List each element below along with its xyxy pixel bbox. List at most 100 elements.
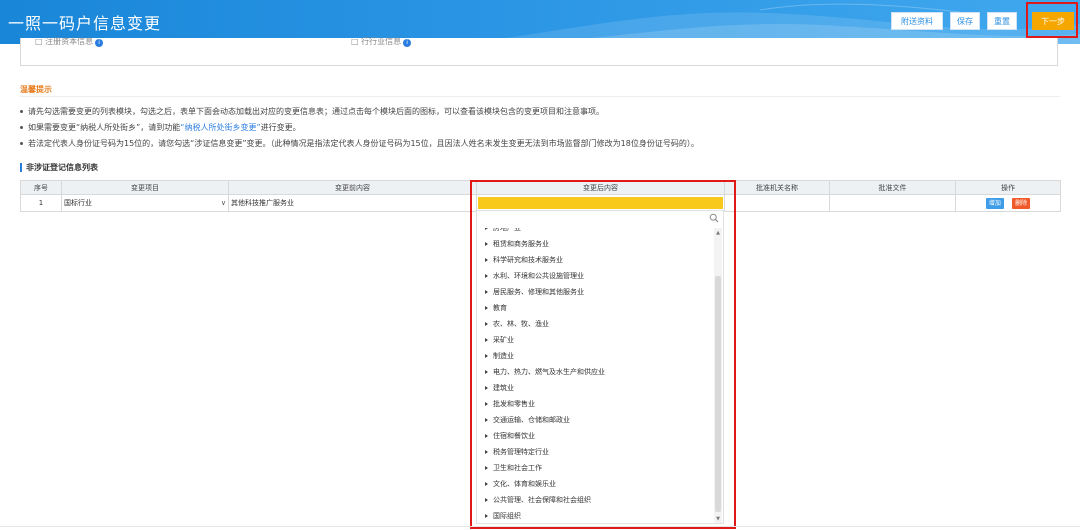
dropdown-item-label: 农、林、牧、渔业 [493,320,549,328]
bottom-divider [0,526,1080,527]
expand-arrow-icon[interactable] [485,274,488,278]
change-item-value: 国标行业 [64,199,92,207]
expand-arrow-icon[interactable] [485,228,488,230]
dropdown-item[interactable]: 批发和零售业 [477,396,715,412]
scroll-down-arrow-icon[interactable]: ▼ [715,516,721,522]
dropdown-search-input[interactable] [477,211,723,227]
module-label-right: □ 行行业信息 [351,37,402,46]
dropdown-item[interactable]: 农、林、牧、渔业 [477,316,715,332]
change-info-table: 序号 变更项目 变更前内容 变更后内容 批准机关名称 批准文件 操作 1 国标行… [20,180,1061,212]
scroll-up-arrow-icon[interactable]: ▲ [715,230,721,236]
chevron-down-icon[interactable]: ∨ [221,199,226,207]
expand-arrow-icon[interactable] [485,434,488,438]
dropdown-item[interactable]: 交通运输、仓储和邮政业 [477,412,715,428]
bullet-icon [20,110,23,113]
dropdown-item-label: 教育 [493,304,507,312]
dropdown-item-label: 文化、体育和娱乐业 [493,480,556,488]
dropdown-item[interactable]: 公共管理、社会保障和社会组织 [477,492,715,508]
module-item-cut-left[interactable]: □ 注册资本信息 i [35,36,104,47]
col-header-item: 变更项目 [61,180,229,195]
change-module-box: □ 注册资本信息 i □ 行行业信息 i [20,36,1058,66]
col-header-no: 序号 [20,180,62,195]
delete-button[interactable]: 删除 [1012,197,1031,209]
dropdown-item-label: 居民服务、修理和其他服务业 [493,288,584,296]
col-header-document: 批准文件 [829,180,956,195]
save-button[interactable]: 保存 [950,12,980,30]
after-content-select[interactable] [476,194,725,212]
expand-arrow-icon[interactable] [485,290,488,294]
tip-text-2b: 进行变更。 [260,123,301,132]
expand-arrow-icon[interactable] [485,386,488,390]
expand-arrow-icon[interactable] [485,466,488,470]
dropdown-item[interactable]: 税务管理特定行业 [477,444,715,460]
divider [20,96,1060,97]
expand-arrow-icon[interactable] [485,482,488,486]
expand-arrow-icon[interactable] [485,370,488,374]
dropdown-item[interactable]: 房地产业 [477,228,715,236]
dropdown-item[interactable]: 采矿业 [477,332,715,348]
section-marker [20,163,22,172]
tip-line-1: 请先勾选需要变更的列表模块，勾选之后，表单下面会动态加载出对应的变更信息表；通过… [20,106,604,117]
table-header-row: 序号 变更项目 变更前内容 变更后内容 批准机关名称 批准文件 操作 [20,180,1061,195]
dropdown-item[interactable]: 教育 [477,300,715,316]
dropdown-item[interactable]: 电力、热力、燃气及水生产和供应业 [477,364,715,380]
cell-actions: 增加 删除 [955,194,1061,212]
section-title: 非涉证登记信息列表 [20,162,98,173]
col-header-authority: 批准机关名称 [724,180,830,195]
dropdown-item-label: 科学研究和技术服务业 [493,256,563,264]
dropdown-item-label: 水利、环境和公共设施管理业 [493,272,584,280]
section-title-text: 非涉证登记信息列表 [26,163,98,172]
expand-arrow-icon[interactable] [485,322,488,326]
dropdown-item[interactable]: 卫生和社会工作 [477,460,715,476]
dropdown-item-label: 卫生和社会工作 [493,464,542,472]
dropdown-item-label: 公共管理、社会保障和社会组织 [493,496,591,504]
document-input[interactable] [829,194,956,212]
cell-no: 1 [20,194,62,212]
dropdown-item[interactable]: 科学研究和技术服务业 [477,252,715,268]
cell-before: 其他科技推广服务业 [228,194,477,212]
expand-arrow-icon[interactable] [485,498,488,502]
expand-arrow-icon[interactable] [485,418,488,422]
expand-arrow-icon[interactable] [485,242,488,246]
module-label-left: □ 注册资本信息 [35,37,94,46]
expand-arrow-icon[interactable] [485,338,488,342]
dropdown-item[interactable]: 文化、体育和娱乐业 [477,476,715,492]
scroll-thumb[interactable] [715,276,721,512]
dropdown-scrollbar[interactable]: ▲ ▼ [714,228,722,523]
module-item-cut-right[interactable]: □ 行行业信息 i [351,36,412,47]
dropdown-item[interactable]: 居民服务、修理和其他服务业 [477,284,715,300]
dropdown-item-label: 电力、热力、燃气及水生产和供应业 [493,368,605,376]
dropdown-item[interactable]: 国际组织 [477,508,715,523]
reset-button[interactable]: 重置 [987,12,1017,30]
add-button[interactable]: 增加 [985,197,1004,209]
info-icon[interactable]: i [403,39,412,47]
expand-arrow-icon[interactable] [485,258,488,262]
expand-arrow-icon[interactable] [485,402,488,406]
search-icon [709,213,719,223]
expand-arrow-icon[interactable] [485,514,488,518]
dropdown-item[interactable]: 建筑业 [477,380,715,396]
change-item-select[interactable]: 国标行业 ∨ [61,194,229,212]
attach-materials-button[interactable]: 附送资料 [891,12,943,30]
industry-dropdown[interactable]: 房地产业 租赁和商务服务业科学研究和技术服务业水利、环境和公共设施管理业 居民服务、… [476,210,724,524]
next-step-button[interactable]: 下一步 [1032,12,1074,30]
dropdown-item-label: 采矿业 [493,336,514,344]
tip-text-1: 请先勾选需要变更的列表模块，勾选之后，表单下面会动态加载出对应的变更信息表；通过… [28,107,604,116]
dropdown-item-label: 建筑业 [493,384,514,392]
bullet-icon [20,142,23,145]
dropdown-item[interactable]: 水利、环境和公共设施管理业 [477,268,715,284]
street-change-link[interactable]: “纳税人所处街乡变更” [180,123,260,132]
after-content-selected-field[interactable] [478,197,723,209]
dropdown-item[interactable]: 制造业 [477,348,715,364]
expand-arrow-icon[interactable] [485,354,488,358]
expand-arrow-icon[interactable] [485,306,488,310]
bullet-icon [20,126,23,129]
dropdown-item-label: 交通运输、仓储和邮政业 [493,416,570,424]
tip-text-2a: 如果需要变更“纳税人所处街乡”，请到功能 [28,123,181,132]
info-icon[interactable]: i [95,39,104,47]
dropdown-item-label: 住宿和餐饮业 [493,432,535,440]
authority-input[interactable] [724,194,830,212]
dropdown-item[interactable]: 租赁和商务服务业 [477,236,715,252]
dropdown-item[interactable]: 住宿和餐饮业 [477,428,715,444]
expand-arrow-icon[interactable] [485,450,488,454]
